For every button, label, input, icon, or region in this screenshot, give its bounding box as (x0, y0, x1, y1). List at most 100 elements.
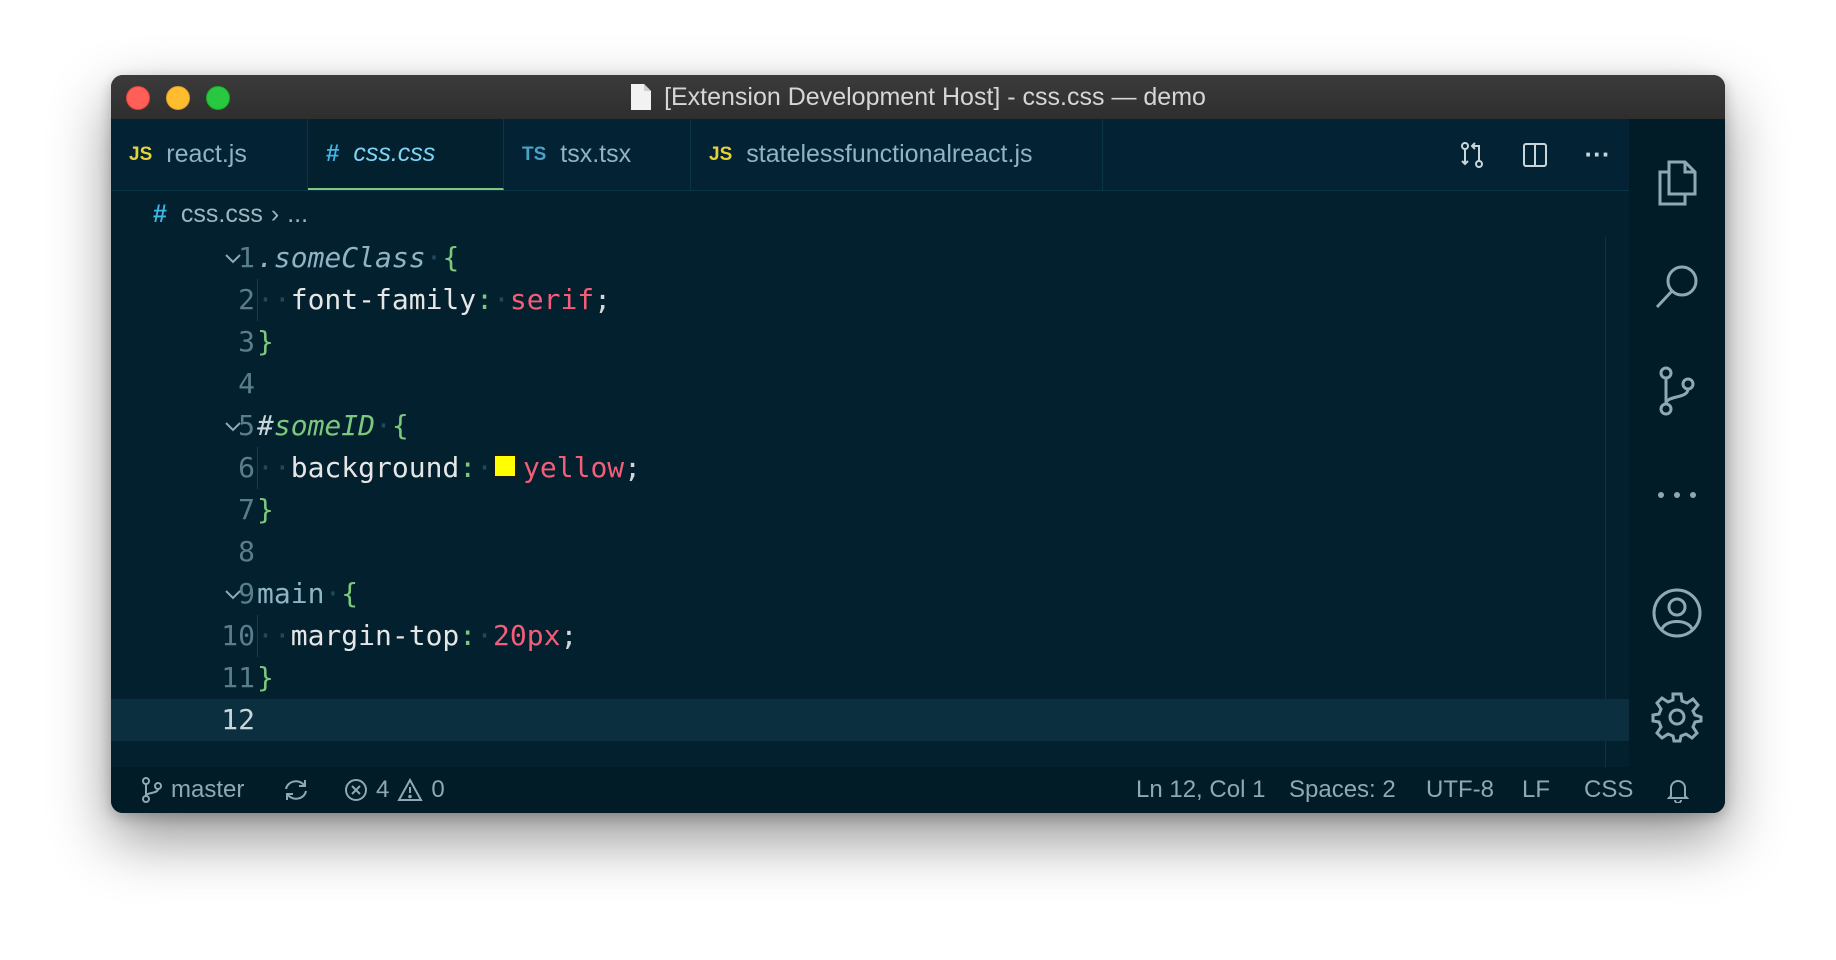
bell-icon (1667, 780, 1689, 803)
source-control-icon (1659, 366, 1695, 416)
tab-label: react.js (166, 140, 247, 168)
cursor-position[interactable]: Ln 12, Col 1 (1136, 767, 1265, 813)
code-line: 6 ··background:· yellow; (111, 447, 1629, 489)
search-icon (1655, 265, 1698, 309)
brace: { (341, 577, 359, 610)
code-line: 4 (111, 363, 1629, 405)
code-line: 5 #someID·{ (111, 405, 1629, 447)
breadcrumb-separator: › (270, 199, 280, 228)
tab-react-js[interactable]: JS react.js (111, 119, 308, 190)
files-icon (1658, 160, 1697, 206)
language-text: CSS (1584, 776, 1634, 803)
more-views-button[interactable] (1629, 455, 1725, 535)
eol-selector[interactable]: LF (1522, 767, 1550, 813)
fold-chevron-icon[interactable] (223, 573, 243, 615)
line-number: 2 (238, 283, 255, 316)
eol-text: LF (1522, 776, 1551, 803)
explorer-button[interactable] (1629, 143, 1725, 223)
css-file-icon: # (153, 199, 167, 228)
warning-icon (397, 778, 424, 801)
more-actions-icon: ··· (1584, 139, 1611, 169)
code-editor[interactable]: 1 .someClass·{ 2 ··font-family:·serif; 3… (111, 237, 1629, 813)
code-text: #someID·{ (257, 409, 409, 442)
semicolon: ; (624, 451, 642, 484)
fold-chevron-icon[interactable] (223, 237, 243, 279)
compare-changes-button[interactable] (1440, 140, 1503, 170)
notifications-button[interactable] (1667, 767, 1697, 813)
code-line: 3 } (111, 321, 1629, 363)
code-text: } (257, 657, 274, 699)
code-text: ··background:· yellow; (257, 451, 642, 484)
split-editor-button[interactable] (1503, 141, 1566, 169)
value: yellow (523, 451, 625, 484)
branch-indicator[interactable]: master (141, 767, 244, 813)
fold-chevron-icon[interactable] (223, 405, 243, 447)
semicolon: ; (560, 619, 578, 652)
cursor-position-text: Ln 12, Col 1 (1136, 776, 1266, 803)
editor-window: [Extension Development Host] - css.css —… (111, 75, 1725, 813)
encoding-selector[interactable]: UTF-8 (1426, 767, 1494, 813)
value: serif (509, 283, 595, 316)
tab-tsx-tsx[interactable]: TS tsx.tsx (504, 119, 691, 190)
status-bar: master 4 0 Ln 12, Col 1 Spaces: 2 UTF-8 (111, 767, 1725, 813)
tab-label: css.css (353, 139, 436, 167)
source-control-button[interactable] (1629, 351, 1725, 431)
breadcrumb: # css.css › ... (153, 193, 308, 235)
id-hash: # (257, 409, 274, 442)
brace: { (442, 241, 460, 274)
line-number: 11 (221, 661, 255, 694)
more-icon (1658, 492, 1696, 498)
tab-label: tsx.tsx (560, 140, 632, 168)
tab-css-css[interactable]: # css.css (308, 119, 504, 190)
activity-bar (1629, 119, 1725, 767)
ts-file-icon: TS (522, 143, 547, 165)
tab-statelessfunctionalreact-js[interactable]: JS statelessfunctionalreact.js (691, 119, 1103, 190)
manage-button[interactable] (1629, 677, 1725, 757)
warning-count: 0 (431, 776, 445, 803)
file-icon (631, 84, 652, 110)
compare-changes-icon (1460, 141, 1483, 168)
window-title-area: [Extension Development Host] - css.css —… (111, 75, 1725, 119)
indentation-selector[interactable]: Spaces: 2 (1289, 767, 1396, 813)
error-icon (345, 779, 367, 801)
account-icon (1652, 588, 1702, 638)
line-number: 3 (238, 325, 255, 358)
brace: } (257, 661, 274, 694)
current-line: 12 (111, 699, 1629, 741)
error-count: 4 (376, 776, 390, 803)
code-line: 2 ··font-family:·serif; (111, 279, 1629, 321)
line-number: 8 (238, 535, 255, 568)
js-file-icon: JS (129, 143, 153, 165)
code-line: 7 } (111, 489, 1629, 531)
code-line: 11 } (111, 657, 1629, 699)
color-swatch[interactable] (493, 454, 518, 478)
tab-bar: JS react.js # css.css TS tsx.tsx JS stat… (111, 119, 1629, 191)
encoding-text: UTF-8 (1426, 776, 1494, 803)
breadcrumb-file[interactable]: css.css (181, 200, 263, 229)
line-number: 4 (238, 367, 255, 400)
code-line: 9 main·{ (111, 573, 1629, 615)
accounts-button[interactable] (1629, 573, 1725, 653)
language-selector[interactable]: CSS (1584, 767, 1633, 813)
selector: .someClass (257, 241, 426, 274)
selector: main (257, 577, 325, 610)
search-button[interactable] (1629, 247, 1725, 327)
colon: : (459, 619, 477, 652)
more-actions-button[interactable]: ··· (1566, 139, 1629, 170)
split-editor-icon (1522, 142, 1547, 167)
css-file-icon: # (326, 139, 340, 167)
code-line: 1 .someClass·{ (111, 237, 1629, 279)
indentation-text: Spaces: 2 (1289, 776, 1396, 803)
line-number: 6 (238, 451, 255, 484)
problems-indicator[interactable]: 4 0 (344, 767, 445, 813)
window-title: [Extension Development Host] - css.css —… (664, 82, 1206, 111)
property: background (290, 451, 460, 484)
brace: { (391, 409, 409, 442)
breadcrumb-symbols[interactable]: ... (287, 200, 308, 229)
sync-button[interactable] (282, 767, 318, 813)
settings-gear-icon (1651, 692, 1703, 743)
branch-name: master (171, 776, 245, 803)
brace: } (257, 325, 274, 358)
code-text: ··margin-top:·20px; (257, 619, 578, 652)
code-text: } (257, 321, 274, 363)
